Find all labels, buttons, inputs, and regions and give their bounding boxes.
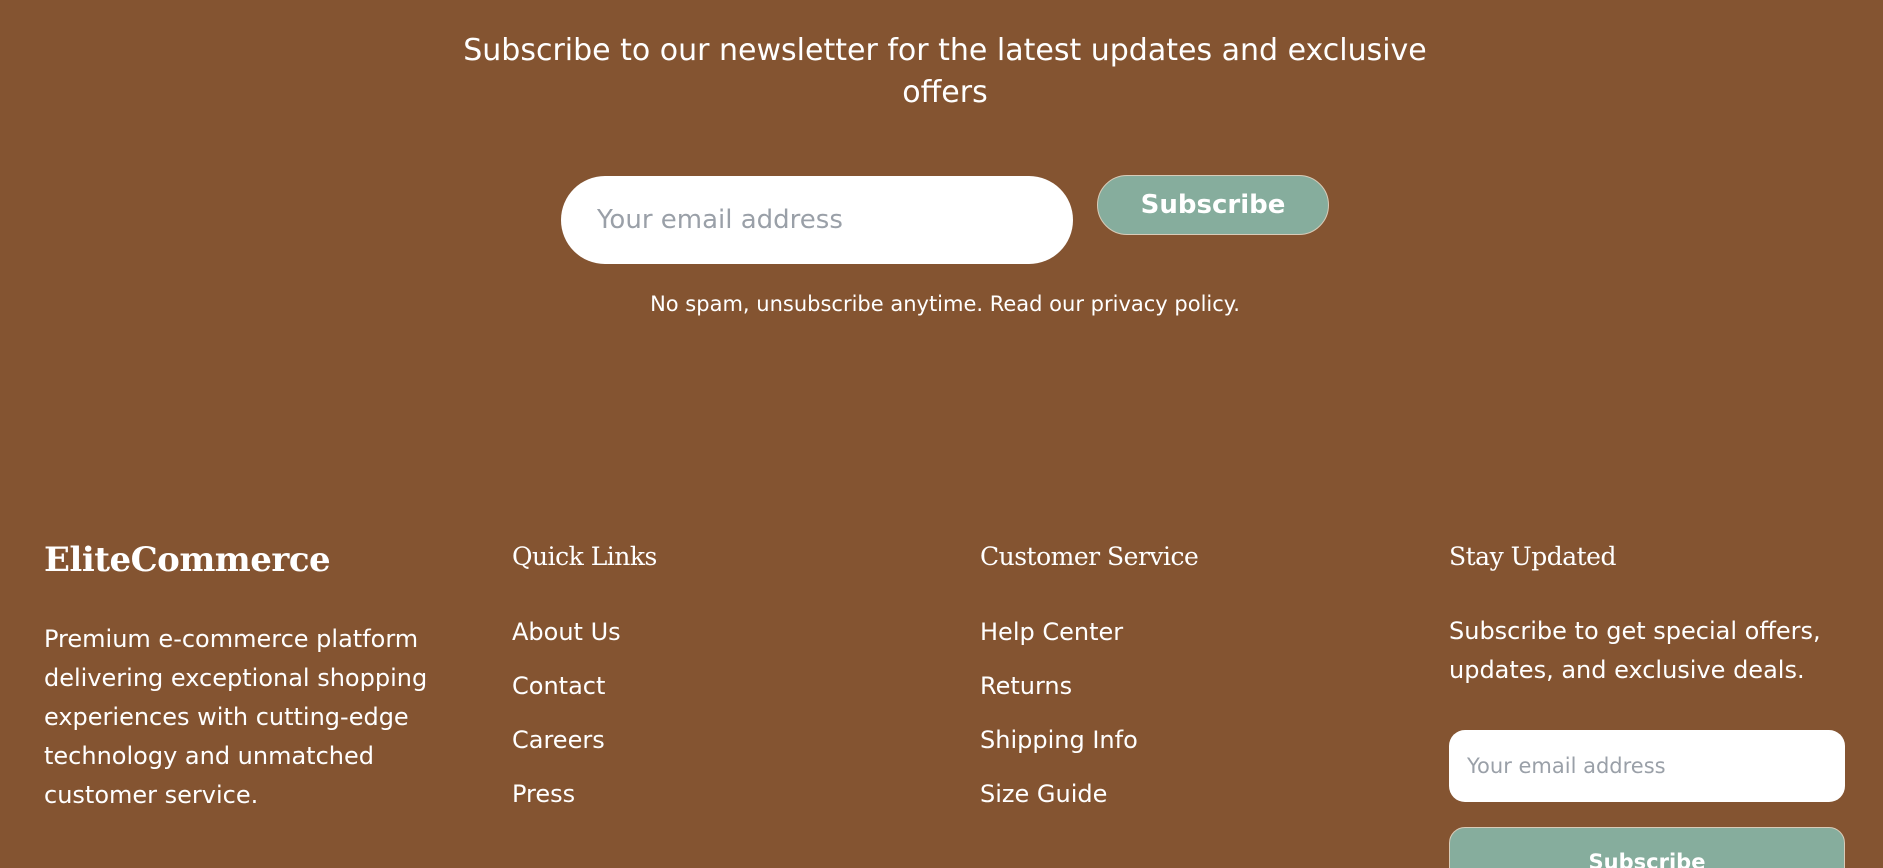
stay-updated-heading: Stay Updated [1449, 542, 1616, 571]
list-item: Careers [512, 724, 912, 778]
customer-service-heading: Customer Service [980, 542, 1199, 571]
brand-logo[interactable]: EliteCommerce [44, 540, 444, 580]
newsletter-subscribe-button[interactable]: Subscribe [1097, 175, 1329, 235]
link-returns[interactable]: Returns [980, 672, 1072, 700]
brand-description: Premium e-commerce platform delivering e… [44, 625, 428, 809]
stay-updated-description: Subscribe to get special offers, updates… [1449, 617, 1821, 684]
page: Subscribe to our newsletter for the late… [0, 0, 1883, 868]
footer-email-input[interactable] [1449, 730, 1845, 802]
footer-subscribe-button[interactable]: Subscribe [1449, 827, 1845, 868]
list-item: Contact [512, 670, 912, 724]
list-item: Size Guide [980, 778, 1380, 832]
list-item: Shipping Info [980, 724, 1380, 778]
quick-links-heading: Quick Links [512, 542, 657, 571]
link-help-center[interactable]: Help Center [980, 618, 1123, 646]
list-item: Help Center [980, 616, 1380, 670]
link-contact[interactable]: Contact [512, 672, 605, 700]
list-item: Press [512, 778, 912, 832]
footer-brand-column: EliteCommerce Premium e-commerce platfor… [44, 540, 444, 815]
link-shipping-info[interactable]: Shipping Info [980, 726, 1138, 754]
newsletter-email-input[interactable] [561, 176, 1073, 264]
list-item: Returns [980, 670, 1380, 724]
link-about-us[interactable]: About Us [512, 618, 621, 646]
link-size-guide[interactable]: Size Guide [980, 780, 1107, 808]
quick-links-list: About Us Contact Careers Press [512, 616, 912, 832]
footer-customer-service-column: Customer Service Help Center Returns Shi… [980, 540, 1380, 832]
footer-stay-updated-column: Stay Updated Subscribe to get special of… [1449, 540, 1849, 868]
customer-service-list: Help Center Returns Shipping Info Size G… [980, 616, 1380, 832]
footer-quick-links-column: Quick Links About Us Contact Careers Pre… [512, 540, 912, 832]
newsletter-privacy-note[interactable]: No spam, unsubscribe anytime. Read our p… [560, 290, 1330, 318]
link-press[interactable]: Press [512, 780, 575, 808]
newsletter-title: Subscribe to our newsletter for the late… [463, 33, 1427, 110]
link-careers[interactable]: Careers [512, 726, 605, 754]
list-item: About Us [512, 616, 912, 670]
